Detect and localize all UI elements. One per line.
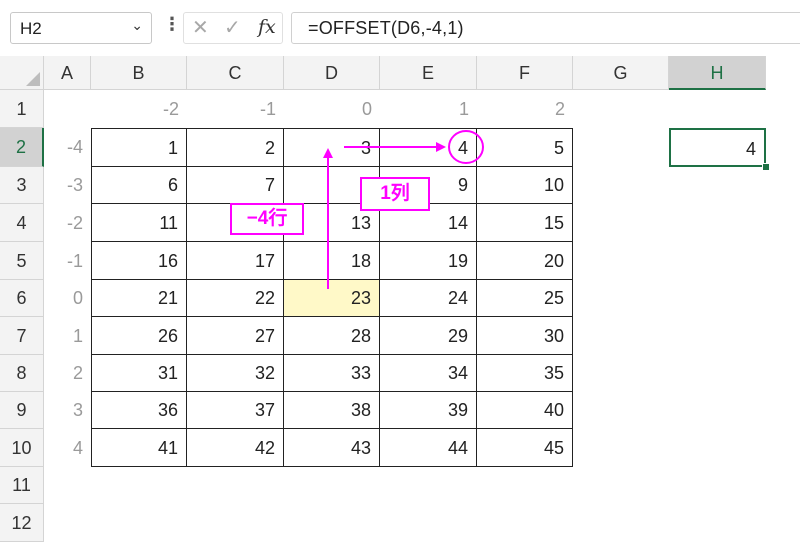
table-cell[interactable]: 28 [284,317,380,355]
column-header-f[interactable]: F [477,56,573,90]
formula-input[interactable]: =OFFSET(D6,-4,1) [291,12,800,44]
table-cell[interactable]: 27 [187,317,284,355]
row-offset-cell[interactable]: -2 [44,204,91,242]
table-cell[interactable]: 11 [91,204,187,242]
row-header-12[interactable]: 12 [0,504,44,542]
row-header-8[interactable]: 8 [0,355,44,392]
table-cell[interactable]: 4 [380,128,477,167]
table-cell[interactable]: 42 [187,429,284,467]
table-cell[interactable]: 43 [284,429,380,467]
table-cell[interactable]: 15 [477,204,573,242]
table-cell[interactable]: 24 [380,280,477,317]
row-offset-cell[interactable]: -3 [44,167,91,204]
formula-text: =OFFSET(D6,-4,1) [308,18,464,38]
table-cell[interactable]: 18 [284,242,380,280]
chevron-down-icon[interactable]: ⌄ [131,17,143,34]
column-header-a[interactable]: A [44,56,91,90]
x-icon[interactable]: ✕ [192,15,209,40]
table-cell[interactable]: 1 [91,128,187,167]
result-cell[interactable]: 4 [669,128,766,167]
table-cell[interactable]: 36 [91,392,187,429]
table-cell[interactable]: 22 [187,280,284,317]
column-header-d[interactable]: D [284,56,380,90]
row-offset-label: −4行 [230,203,304,235]
name-box-value: H2 [20,19,42,38]
table-cell[interactable]: 41 [91,429,187,467]
table-cell[interactable]: 7 [187,167,284,204]
table-cell[interactable]: 31 [91,355,187,392]
table-cell[interactable]: 2 [187,128,284,167]
table-cell[interactable]: 34 [380,355,477,392]
column-offset-cell[interactable]: -2 [91,90,187,128]
row-offset-cell[interactable]: 1 [44,317,91,355]
table-cell[interactable]: 32 [187,355,284,392]
table-cell[interactable]: 38 [284,392,380,429]
table-cell[interactable]: 45 [477,429,573,467]
table-cell[interactable]: 25 [477,280,573,317]
column-offset-cell[interactable]: -1 [187,90,284,128]
table-cell[interactable]: 40 [477,392,573,429]
spreadsheet-grid: A B C D E F G H 1 2 3 4 5 6 7 8 9 10 11 12 -2 -1 0 1 2 -4 -3 -2 -1 0 1… [0,56,800,542]
table-cell[interactable]: 5 [477,128,573,167]
table-cell[interactable]: 39 [380,392,477,429]
fx-icon[interactable]: fx [258,16,276,38]
formula-bar-area: H2 ⌄ ⋮ ✕ ✓ fx =OFFSET(D6,-4,1) [0,0,800,56]
column-offset-cell[interactable]: 0 [284,90,380,128]
column-header-g[interactable]: G [573,56,669,90]
formula-buttons: ✕ ✓ fx [183,12,283,44]
table-cell[interactable]: 16 [91,242,187,280]
fill-handle[interactable] [762,163,770,171]
table-cell[interactable]: 33 [284,355,380,392]
table-cell[interactable]: 26 [91,317,187,355]
table-cell[interactable]: 20 [477,242,573,280]
more-options-icon[interactable]: ⋮ [163,14,181,35]
column-header-h[interactable]: H [669,56,766,90]
check-icon[interactable]: ✓ [224,15,241,40]
row-header-11[interactable]: 11 [0,467,44,504]
table-cell[interactable]: 35 [477,355,573,392]
table-cell[interactable]: 10 [477,167,573,204]
table-cell[interactable]: 19 [380,242,477,280]
table-cell[interactable]: 44 [380,429,477,467]
table-cell[interactable]: 23 [284,280,380,317]
row-offset-cell[interactable]: 0 [44,280,91,317]
row-offset-cell[interactable]: 2 [44,355,91,392]
column-offset-cell[interactable]: 2 [477,90,573,128]
table-cell[interactable]: 6 [91,167,187,204]
column-header-b[interactable]: B [91,56,187,90]
col-offset-label: 1列 [360,177,430,211]
column-offset-cell[interactable]: 1 [380,90,477,128]
name-box[interactable]: H2 ⌄ [10,12,152,44]
select-all-button[interactable] [0,56,44,90]
row-header-7[interactable]: 7 [0,317,44,355]
row-offset-cell[interactable]: 4 [44,429,91,467]
row-header-2[interactable]: 2 [0,128,44,167]
row-header-10[interactable]: 10 [0,429,44,467]
row-header-6[interactable]: 6 [0,280,44,317]
table-cell[interactable]: 3 [284,128,380,167]
row-offset-cell[interactable]: -1 [44,242,91,280]
row-header-4[interactable]: 4 [0,204,44,242]
table-cell[interactable]: 17 [187,242,284,280]
table-cell[interactable]: 37 [187,392,284,429]
column-header-e[interactable]: E [380,56,477,90]
table-cell[interactable]: 21 [91,280,187,317]
row-header-9[interactable]: 9 [0,392,44,429]
row-header-5[interactable]: 5 [0,242,44,280]
row-offset-cell[interactable]: 3 [44,392,91,429]
table-cell[interactable]: 30 [477,317,573,355]
row-offset-cell[interactable]: -4 [44,128,91,167]
table-cell[interactable]: 29 [380,317,477,355]
row-header-1[interactable]: 1 [0,90,44,128]
column-header-c[interactable]: C [187,56,284,90]
row-header-3[interactable]: 3 [0,167,44,204]
